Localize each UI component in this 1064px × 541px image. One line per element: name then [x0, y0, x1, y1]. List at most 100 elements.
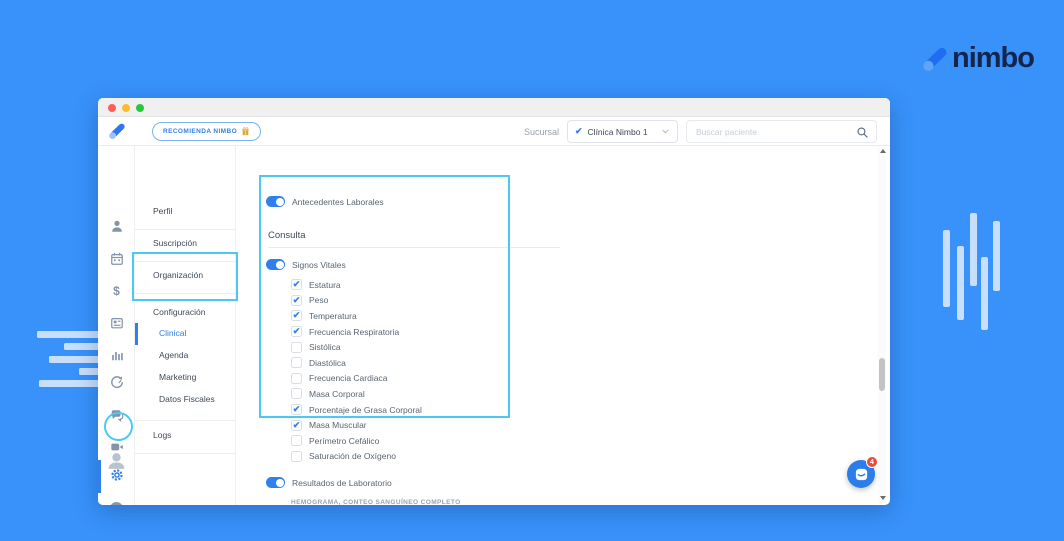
menu-item-organizacion[interactable]: Organización	[135, 267, 236, 283]
scroll-down-arrow[interactable]	[879, 496, 886, 500]
check-icon: ✔	[292, 326, 301, 337]
gift-icon	[242, 127, 249, 136]
section-divider	[268, 247, 560, 248]
window-titlebar	[98, 98, 890, 117]
icon-sidebar: $	[98, 146, 135, 505]
checkbox[interactable]: ✔	[291, 435, 302, 447]
zoom-window-button[interactable]	[136, 103, 144, 112]
calendar-icon	[110, 252, 123, 265]
checkbox[interactable]: ✔	[291, 419, 302, 431]
checkbox-label: Frecuencia Cardiaca	[309, 373, 388, 384]
nimbo-brand-logo: nimbo	[920, 42, 1035, 75]
clinical-active-indicator	[135, 323, 138, 345]
gear-icon	[110, 469, 123, 481]
toggle-label: Signos Vitales	[292, 259, 346, 270]
sidebar-item-records[interactable]	[98, 316, 135, 330]
profile-icon	[111, 220, 122, 232]
active-section-indicator	[98, 460, 101, 493]
checkbox-row[interactable]: ✔ Sistólica	[291, 339, 422, 355]
checkbox[interactable]: ✔	[291, 326, 302, 338]
nimbo-app-logo-icon	[109, 123, 125, 139]
check-icon: ✔	[292, 294, 301, 305]
recommend-nimbo-label: RECOMIENDA NIMBO	[163, 128, 238, 135]
minimize-window-button[interactable]	[122, 103, 130, 112]
checkbox-row[interactable]: ✔ Masa Muscular	[291, 417, 422, 433]
patient-search-input[interactable]	[687, 121, 876, 142]
checkbox-row[interactable]: ✔ Perímetro Cefálico	[291, 433, 422, 449]
menu-item-clinical[interactable]: Clinical	[135, 325, 236, 341]
patient-search	[686, 120, 877, 143]
selected-check-icon: ✔	[575, 126, 583, 136]
check-icon: ✔	[292, 310, 301, 321]
page-background: nimbo RECOMIENDA NIMBO Sucursal ✔ Clínic…	[0, 0, 1064, 541]
decor-vertical-bars	[943, 213, 1000, 330]
sidebar-item-referrals[interactable]	[98, 375, 135, 389]
menu-item-configuracion[interactable]: Configuración	[135, 304, 236, 320]
close-window-button[interactable]	[108, 103, 116, 112]
menu-item-suscripcion[interactable]: Suscripción	[135, 235, 236, 251]
menu-item-datos-fiscales[interactable]: Datos Fiscales	[135, 391, 236, 407]
sidebar-item-help[interactable]: ?	[98, 502, 135, 505]
checkbox-row[interactable]: ✔ Estatura	[291, 277, 422, 293]
menu-divider	[135, 261, 236, 262]
scrollbar-thumb[interactable]	[879, 358, 885, 391]
menu-item-perfil[interactable]: Perfil	[135, 203, 236, 219]
menu-item-logs[interactable]: Logs	[135, 427, 236, 443]
checkbox[interactable]: ✔	[291, 404, 302, 416]
checkbox-row[interactable]: ✔ Frecuencia Cardiaca	[291, 371, 422, 387]
checkbox[interactable]: ✔	[291, 294, 302, 306]
checkbox-row[interactable]: ✔ Porcentaje de Grasa Corporal	[291, 402, 422, 418]
resultados-laboratorio-toggle-row[interactable]: Resultados de Laboratorio	[266, 477, 392, 488]
records-icon	[110, 318, 123, 329]
consulta-section-title: Consulta	[268, 230, 306, 241]
help-icon: ?	[110, 502, 123, 505]
checkbox[interactable]: ✔	[291, 341, 302, 353]
sidebar-item-calendar[interactable]	[98, 252, 135, 266]
toggle-on[interactable]	[266, 196, 285, 207]
scroll-up-arrow[interactable]	[879, 149, 886, 153]
content-scrollbar	[878, 146, 886, 503]
settings-menu: Perfil Suscripción Organización Configur…	[135, 146, 236, 505]
check-icon: ✔	[292, 404, 301, 415]
chevron-down-icon	[662, 129, 669, 134]
menu-item-agenda[interactable]: Agenda	[135, 347, 236, 363]
signos-vitales-toggle-row[interactable]: Signos Vitales	[266, 259, 346, 270]
checkbox[interactable]: ✔	[291, 279, 302, 291]
sidebar-item-billing[interactable]: $	[98, 284, 135, 298]
chat-bubbles-icon	[111, 410, 123, 422]
sucursal-label: Sucursal	[523, 126, 559, 137]
sidebar-item-profile[interactable]	[98, 219, 135, 233]
menu-item-marketing[interactable]: Marketing	[135, 369, 236, 385]
checkbox-label: Frecuencia Respiratoria	[309, 326, 400, 337]
chat-widget-button[interactable]: 4	[847, 456, 878, 488]
antecedentes-laborales-toggle-row[interactable]: Antecedentes Laborales	[266, 196, 384, 207]
checkbox[interactable]: ✔	[291, 310, 302, 322]
checkbox-row[interactable]: ✔ Temperatura	[291, 308, 422, 324]
toggle-on[interactable]	[266, 259, 285, 270]
checkbox[interactable]: ✔	[291, 357, 302, 369]
sidebar-item-reports[interactable]	[98, 348, 135, 362]
checkbox-label: Masa Corporal	[309, 388, 365, 399]
sidebar-item-settings[interactable]	[98, 468, 135, 482]
recommend-nimbo-button[interactable]: RECOMIENDA NIMBO	[152, 122, 262, 141]
unread-count-badge: 4	[866, 456, 878, 468]
toggle-label: Resultados de Laboratorio	[292, 477, 392, 488]
sidebar-item-messages[interactable]	[98, 408, 135, 422]
checkbox[interactable]: ✔	[291, 388, 302, 400]
checkbox[interactable]: ✔	[291, 450, 302, 462]
checkbox-row[interactable]: ✔ Peso	[291, 293, 422, 309]
chat-icon	[855, 468, 867, 480]
check-icon: ✔	[292, 419, 301, 430]
checkbox-row[interactable]: ✔ Masa Corporal	[291, 386, 422, 402]
toggle-on[interactable]	[266, 477, 285, 488]
checkbox-row[interactable]: ✔ Frecuencia Respiratoria	[291, 324, 422, 340]
checkbox[interactable]: ✔	[291, 372, 302, 384]
branch-select-dropdown[interactable]: ✔ Clínica Nimbo 1	[567, 120, 678, 143]
menu-divider	[135, 420, 236, 421]
app-window: RECOMIENDA NIMBO Sucursal ✔ Clínica Nimb…	[98, 98, 890, 505]
vital-signs-checkbox-list: ✔ Estatura ✔ Peso ✔ Temperatura ✔ Frecue…	[291, 277, 422, 464]
checkbox-row[interactable]: ✔ Diastólica	[291, 355, 422, 371]
brand-wordmark: nimbo	[952, 42, 1035, 74]
checkbox-label: Sistólica	[309, 342, 341, 353]
checkbox-row[interactable]: ✔ Saturación de Oxígeno	[291, 449, 422, 465]
